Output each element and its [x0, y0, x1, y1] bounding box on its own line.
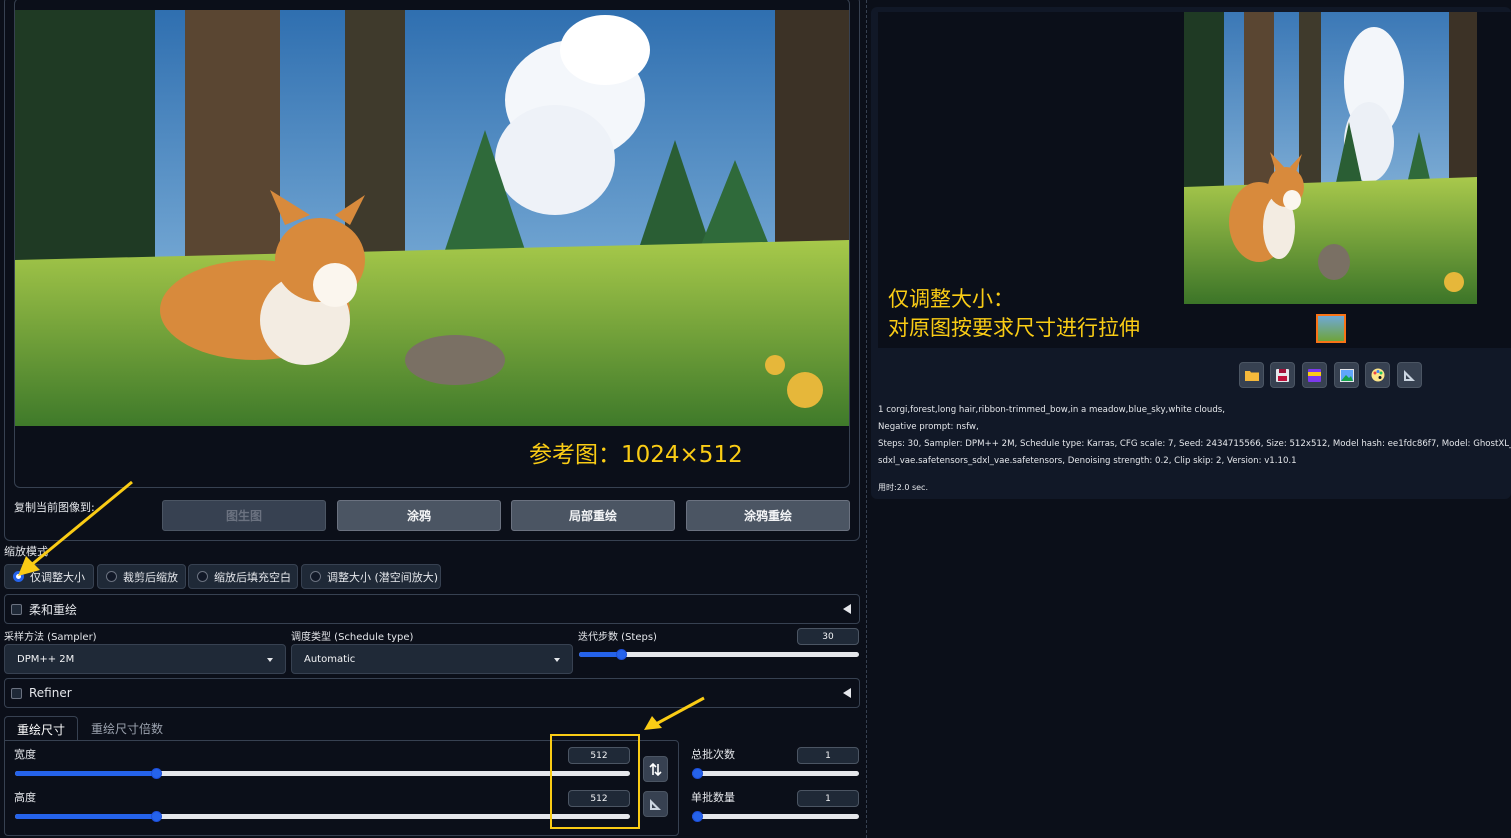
- send-to-inpaint-button[interactable]: [1365, 362, 1390, 388]
- copy-to-sketch-button[interactable]: 涂鸦: [337, 500, 501, 531]
- batch-size-slider[interactable]: [692, 811, 859, 822]
- steps-slider-fill: [579, 652, 621, 657]
- soft-inpainting-checkbox[interactable]: [11, 603, 22, 615]
- copy-to-img2img-button[interactable]: 图生图: [162, 500, 326, 531]
- batch-size-input[interactable]: 1: [797, 790, 859, 807]
- folder-icon: [1244, 371, 1259, 381]
- batch-size-slider-thumb[interactable]: [692, 811, 703, 822]
- chevron-down-icon: [554, 658, 560, 662]
- schedule-dropdown[interactable]: Automatic: [291, 644, 573, 674]
- refiner-accordion[interactable]: Refiner: [4, 678, 860, 708]
- sampler-dropdown[interactable]: DPM++ 2M: [4, 644, 286, 674]
- sampler-label: 采样方法 (Sampler): [4, 632, 97, 643]
- collapse-triangle-icon[interactable]: [843, 688, 851, 698]
- width-slider[interactable]: [15, 768, 630, 779]
- height-slider-fill: [15, 814, 156, 819]
- annotation-arrow-icon: [18, 480, 133, 576]
- steps-input[interactable]: 30: [797, 628, 859, 645]
- generation-time: 用时:2.0 sec.: [878, 483, 928, 492]
- height-label: 高度: [14, 791, 36, 804]
- steps-slider[interactable]: [579, 649, 859, 660]
- width-label: 宽度: [14, 748, 36, 761]
- batch-count-label: 总批次数: [691, 748, 735, 761]
- tab-resize-to[interactable]: 重绘尺寸: [4, 716, 79, 741]
- send-to-extras-button[interactable]: [1397, 362, 1422, 388]
- steps-label: 迭代步数 (Steps): [578, 632, 657, 643]
- output-caption-line1: 仅调整大小：: [888, 287, 1014, 311]
- ruler-triangle-icon: [650, 798, 661, 810]
- swap-arrows-icon: [649, 762, 662, 776]
- resize-mode-resize-and-fill[interactable]: 缩放后填充空白: [188, 564, 298, 589]
- output-caption-line2: 对原图按要求尺寸进行拉伸: [888, 316, 1140, 340]
- soft-inpainting-label: 柔和重绘: [29, 602, 78, 617]
- height-slider-thumb[interactable]: [151, 811, 162, 822]
- zip-icon: [1308, 368, 1321, 382]
- column-divider: [866, 0, 867, 838]
- copy-to-inpaint-button[interactable]: 局部重绘: [511, 500, 675, 531]
- palette-icon: [1371, 368, 1384, 382]
- batch-count-slider-thumb[interactable]: [692, 768, 703, 779]
- refiner-label: Refiner: [29, 686, 72, 700]
- batch-size-label: 单批数量: [691, 791, 735, 804]
- resize-mode-option-label: 调整大小 (潜空间放大): [327, 570, 439, 584]
- reference-image: [15, 10, 849, 426]
- image-caption: 参考图：1024×512: [529, 442, 743, 468]
- open-folder-button[interactable]: [1239, 362, 1264, 388]
- zip-button[interactable]: [1302, 362, 1327, 388]
- image-icon: [1339, 368, 1354, 382]
- schedule-value: Automatic: [304, 653, 356, 665]
- generation-params-line2: sdxl_vae.safetensors_sdxl_vae.safetensor…: [878, 456, 1297, 466]
- generation-negative-prompt: Negative prompt: nsfw,: [878, 422, 979, 432]
- gallery-thumbnail[interactable]: [1316, 314, 1346, 343]
- soft-inpainting-accordion[interactable]: 柔和重绘: [4, 594, 860, 624]
- height-slider[interactable]: [15, 811, 630, 822]
- sampler-value: DPM++ 2M: [17, 653, 75, 665]
- copy-to-inpaint-sketch-button[interactable]: 涂鸦重绘: [686, 500, 850, 531]
- annotation-arrow-icon: [644, 696, 705, 730]
- radio-unchecked-icon: [197, 571, 208, 582]
- save-icon: [1276, 368, 1289, 382]
- ruler-triangle-icon: [1404, 369, 1415, 381]
- send-to-img2img-button[interactable]: [1334, 362, 1359, 388]
- size-highlight-box: [550, 734, 640, 829]
- generation-params-line1: Steps: 30, Sampler: DPM++ 2M, Schedule t…: [878, 439, 1511, 449]
- steps-slider-thumb[interactable]: [616, 649, 627, 660]
- width-slider-thumb[interactable]: [151, 768, 162, 779]
- batch-count-input[interactable]: 1: [797, 747, 859, 764]
- radio-unchecked-icon: [310, 571, 321, 582]
- width-slider-fill: [15, 771, 156, 776]
- generation-prompt: 1 corgi,forest,long hair,ribbon-trimmed_…: [878, 405, 1225, 415]
- collapse-triangle-icon[interactable]: [843, 604, 851, 614]
- aspect-ratio-button[interactable]: [643, 791, 668, 817]
- swap-dimensions-button[interactable]: [643, 756, 668, 782]
- schedule-label: 调度类型 (Schedule type): [291, 632, 414, 643]
- tab-resize-by[interactable]: 重绘尺寸倍数: [79, 716, 175, 740]
- output-image[interactable]: [1184, 12, 1477, 304]
- chevron-down-icon: [267, 658, 273, 662]
- save-button[interactable]: [1270, 362, 1295, 388]
- batch-count-slider[interactable]: [692, 768, 859, 779]
- resize-mode-latent-upscale[interactable]: 调整大小 (潜空间放大): [301, 564, 441, 589]
- refiner-checkbox[interactable]: [11, 687, 22, 699]
- resize-mode-option-label: 缩放后填充空白: [214, 570, 291, 584]
